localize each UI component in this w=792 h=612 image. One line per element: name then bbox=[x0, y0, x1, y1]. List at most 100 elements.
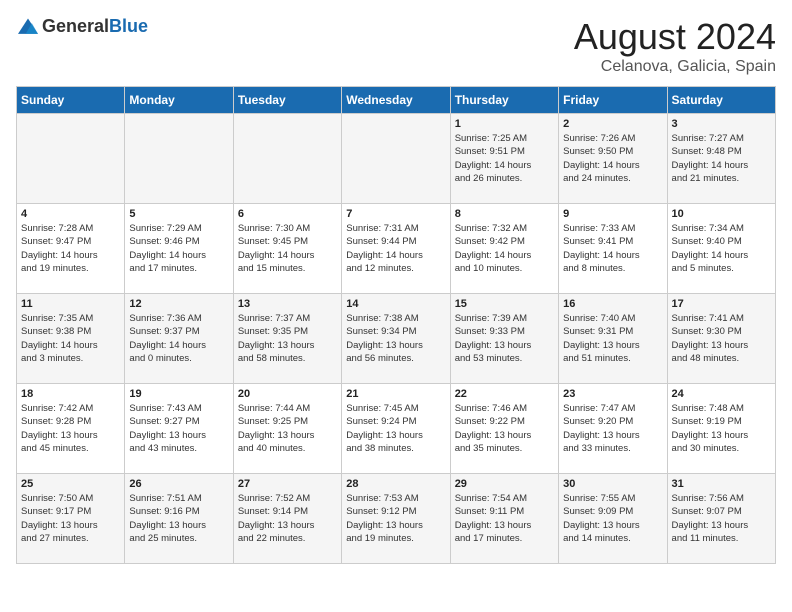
day-number: 8 bbox=[455, 208, 554, 220]
calendar-day-cell: 16 Sunrise: 7:40 AM Sunset: 9:31 PM Dayli… bbox=[559, 294, 667, 384]
title-area: August 2024 Celanova, Galicia, Spain bbox=[574, 16, 776, 76]
day-number: 6 bbox=[238, 208, 337, 220]
calendar-week-row: 18Sunrise: 7:42 AM Sunset: 9:28 PM Dayli… bbox=[17, 384, 776, 474]
calendar-day-cell: 30 Sunrise: 7:55 AM Sunset: 9:09 PM Dayli… bbox=[559, 474, 667, 564]
day-number: 12 bbox=[129, 298, 228, 310]
weekday-header-monday: Monday bbox=[125, 87, 233, 114]
calendar-week-row: 25 Sunrise: 7:50 AM Sunset: 9:17 PM Dayli… bbox=[17, 474, 776, 564]
calendar-day-cell: 17Sunrise: 7:41 AM Sunset: 9:30 PM Dayli… bbox=[667, 294, 775, 384]
day-info: Sunrise: 7:42 AM Sunset: 9:28 PM Dayligh… bbox=[21, 402, 120, 455]
calendar-day-cell: 25 Sunrise: 7:50 AM Sunset: 9:17 PM Dayli… bbox=[17, 474, 125, 564]
day-number: 3 bbox=[672, 118, 771, 130]
day-info: Sunrise: 7:37 AM Sunset: 9:35 PM Dayligh… bbox=[238, 312, 337, 365]
calendar-day-cell bbox=[233, 114, 341, 204]
day-number: 11 bbox=[21, 298, 120, 310]
day-number: 30 bbox=[563, 478, 662, 490]
day-number: 7 bbox=[346, 208, 445, 220]
day-number: 4 bbox=[21, 208, 120, 220]
calendar-day-cell: 11 Sunrise: 7:35 AM Sunset: 9:38 PM Dayli… bbox=[17, 294, 125, 384]
day-number: 20 bbox=[238, 388, 337, 400]
calendar-day-cell: 7 Sunrise: 7:31 AM Sunset: 9:44 PM Daylig… bbox=[342, 204, 450, 294]
day-number: 23 bbox=[563, 388, 662, 400]
day-info: Sunrise: 7:36 AM Sunset: 9:37 PM Dayligh… bbox=[129, 312, 228, 365]
day-info: Sunrise: 7:31 AM Sunset: 9:44 PM Dayligh… bbox=[346, 222, 445, 275]
day-info: Sunrise: 7:26 AM Sunset: 9:50 PM Dayligh… bbox=[563, 132, 662, 185]
calendar-day-cell: 28Sunrise: 7:53 AM Sunset: 9:12 PM Dayli… bbox=[342, 474, 450, 564]
calendar-week-row: 1 Sunrise: 7:25 AM Sunset: 9:51 PM Daylig… bbox=[17, 114, 776, 204]
day-info: Sunrise: 7:56 AM Sunset: 9:07 PM Dayligh… bbox=[672, 492, 771, 545]
weekday-header-tuesday: Tuesday bbox=[233, 87, 341, 114]
weekday-header-thursday: Thursday bbox=[450, 87, 558, 114]
day-number: 17 bbox=[672, 298, 771, 310]
calendar-day-cell: 18Sunrise: 7:42 AM Sunset: 9:28 PM Dayli… bbox=[17, 384, 125, 474]
day-info: Sunrise: 7:48 AM Sunset: 9:19 PM Dayligh… bbox=[672, 402, 771, 455]
day-number: 21 bbox=[346, 388, 445, 400]
day-info: Sunrise: 7:32 AM Sunset: 9:42 PM Dayligh… bbox=[455, 222, 554, 275]
day-info: Sunrise: 7:44 AM Sunset: 9:25 PM Dayligh… bbox=[238, 402, 337, 455]
calendar-week-row: 4 Sunrise: 7:28 AM Sunset: 9:47 PM Daylig… bbox=[17, 204, 776, 294]
day-number: 9 bbox=[563, 208, 662, 220]
calendar-day-cell: 26Sunrise: 7:51 AM Sunset: 9:16 PM Dayli… bbox=[125, 474, 233, 564]
month-year-title: August 2024 bbox=[574, 16, 776, 58]
day-info: Sunrise: 7:39 AM Sunset: 9:33 PM Dayligh… bbox=[455, 312, 554, 365]
calendar-day-cell: 3 Sunrise: 7:27 AM Sunset: 9:48 PM Daylig… bbox=[667, 114, 775, 204]
day-info: Sunrise: 7:55 AM Sunset: 9:09 PM Dayligh… bbox=[563, 492, 662, 545]
day-info: Sunrise: 7:40 AM Sunset: 9:31 PM Dayligh… bbox=[563, 312, 662, 365]
logo-general-text: General bbox=[42, 16, 109, 36]
day-number: 15 bbox=[455, 298, 554, 310]
calendar-day-cell bbox=[125, 114, 233, 204]
calendar-day-cell: 4 Sunrise: 7:28 AM Sunset: 9:47 PM Daylig… bbox=[17, 204, 125, 294]
day-number: 19 bbox=[129, 388, 228, 400]
day-info: Sunrise: 7:51 AM Sunset: 9:16 PM Dayligh… bbox=[129, 492, 228, 545]
weekday-header-friday: Friday bbox=[559, 87, 667, 114]
logo-blue-text: Blue bbox=[109, 16, 148, 36]
day-info: Sunrise: 7:28 AM Sunset: 9:47 PM Dayligh… bbox=[21, 222, 120, 275]
day-info: Sunrise: 7:30 AM Sunset: 9:45 PM Dayligh… bbox=[238, 222, 337, 275]
calendar-day-cell: 14 Sunrise: 7:38 AM Sunset: 9:34 PM Dayli… bbox=[342, 294, 450, 384]
calendar-week-row: 11 Sunrise: 7:35 AM Sunset: 9:38 PM Dayli… bbox=[17, 294, 776, 384]
calendar-day-cell: 2Sunrise: 7:26 AM Sunset: 9:50 PM Daylig… bbox=[559, 114, 667, 204]
day-info: Sunrise: 7:27 AM Sunset: 9:48 PM Dayligh… bbox=[672, 132, 771, 185]
day-number: 29 bbox=[455, 478, 554, 490]
calendar-day-cell: 29 Sunrise: 7:54 AM Sunset: 9:11 PM Dayli… bbox=[450, 474, 558, 564]
weekday-header-row: SundayMondayTuesdayWednesdayThursdayFrid… bbox=[17, 87, 776, 114]
day-number: 13 bbox=[238, 298, 337, 310]
day-info: Sunrise: 7:34 AM Sunset: 9:40 PM Dayligh… bbox=[672, 222, 771, 275]
calendar-day-cell: 12 Sunrise: 7:36 AM Sunset: 9:37 PM Dayli… bbox=[125, 294, 233, 384]
calendar-day-cell: 23 Sunrise: 7:47 AM Sunset: 9:20 PM Dayli… bbox=[559, 384, 667, 474]
day-number: 1 bbox=[455, 118, 554, 130]
day-number: 31 bbox=[672, 478, 771, 490]
weekday-header-sunday: Sunday bbox=[17, 87, 125, 114]
day-info: Sunrise: 7:43 AM Sunset: 9:27 PM Dayligh… bbox=[129, 402, 228, 455]
calendar-day-cell: 6 Sunrise: 7:30 AM Sunset: 9:45 PM Daylig… bbox=[233, 204, 341, 294]
day-number: 25 bbox=[21, 478, 120, 490]
day-info: Sunrise: 7:50 AM Sunset: 9:17 PM Dayligh… bbox=[21, 492, 120, 545]
day-number: 28 bbox=[346, 478, 445, 490]
day-number: 14 bbox=[346, 298, 445, 310]
calendar-day-cell bbox=[342, 114, 450, 204]
day-number: 5 bbox=[129, 208, 228, 220]
calendar-day-cell: 13 Sunrise: 7:37 AM Sunset: 9:35 PM Dayli… bbox=[233, 294, 341, 384]
day-number: 22 bbox=[455, 388, 554, 400]
calendar-day-cell bbox=[17, 114, 125, 204]
day-info: Sunrise: 7:25 AM Sunset: 9:51 PM Dayligh… bbox=[455, 132, 554, 185]
calendar-day-cell: 31 Sunrise: 7:56 AM Sunset: 9:07 PM Dayli… bbox=[667, 474, 775, 564]
weekday-header-saturday: Saturday bbox=[667, 87, 775, 114]
day-info: Sunrise: 7:46 AM Sunset: 9:22 PM Dayligh… bbox=[455, 402, 554, 455]
day-info: Sunrise: 7:35 AM Sunset: 9:38 PM Dayligh… bbox=[21, 312, 120, 365]
calendar-day-cell: 24Sunrise: 7:48 AM Sunset: 9:19 PM Dayli… bbox=[667, 384, 775, 474]
logo: GeneralBlue bbox=[16, 16, 148, 37]
calendar-table: SundayMondayTuesdayWednesdayThursdayFrid… bbox=[16, 86, 776, 564]
day-number: 16 bbox=[563, 298, 662, 310]
day-number: 27 bbox=[238, 478, 337, 490]
calendar-day-cell: 1 Sunrise: 7:25 AM Sunset: 9:51 PM Daylig… bbox=[450, 114, 558, 204]
day-info: Sunrise: 7:54 AM Sunset: 9:11 PM Dayligh… bbox=[455, 492, 554, 545]
day-info: Sunrise: 7:29 AM Sunset: 9:46 PM Dayligh… bbox=[129, 222, 228, 275]
day-info: Sunrise: 7:47 AM Sunset: 9:20 PM Dayligh… bbox=[563, 402, 662, 455]
calendar-day-cell: 15 Sunrise: 7:39 AM Sunset: 9:33 PM Dayli… bbox=[450, 294, 558, 384]
location-subtitle: Celanova, Galicia, Spain bbox=[574, 58, 776, 76]
day-info: Sunrise: 7:45 AM Sunset: 9:24 PM Dayligh… bbox=[346, 402, 445, 455]
day-info: Sunrise: 7:33 AM Sunset: 9:41 PM Dayligh… bbox=[563, 222, 662, 275]
day-info: Sunrise: 7:38 AM Sunset: 9:34 PM Dayligh… bbox=[346, 312, 445, 365]
logo-icon bbox=[16, 17, 40, 37]
